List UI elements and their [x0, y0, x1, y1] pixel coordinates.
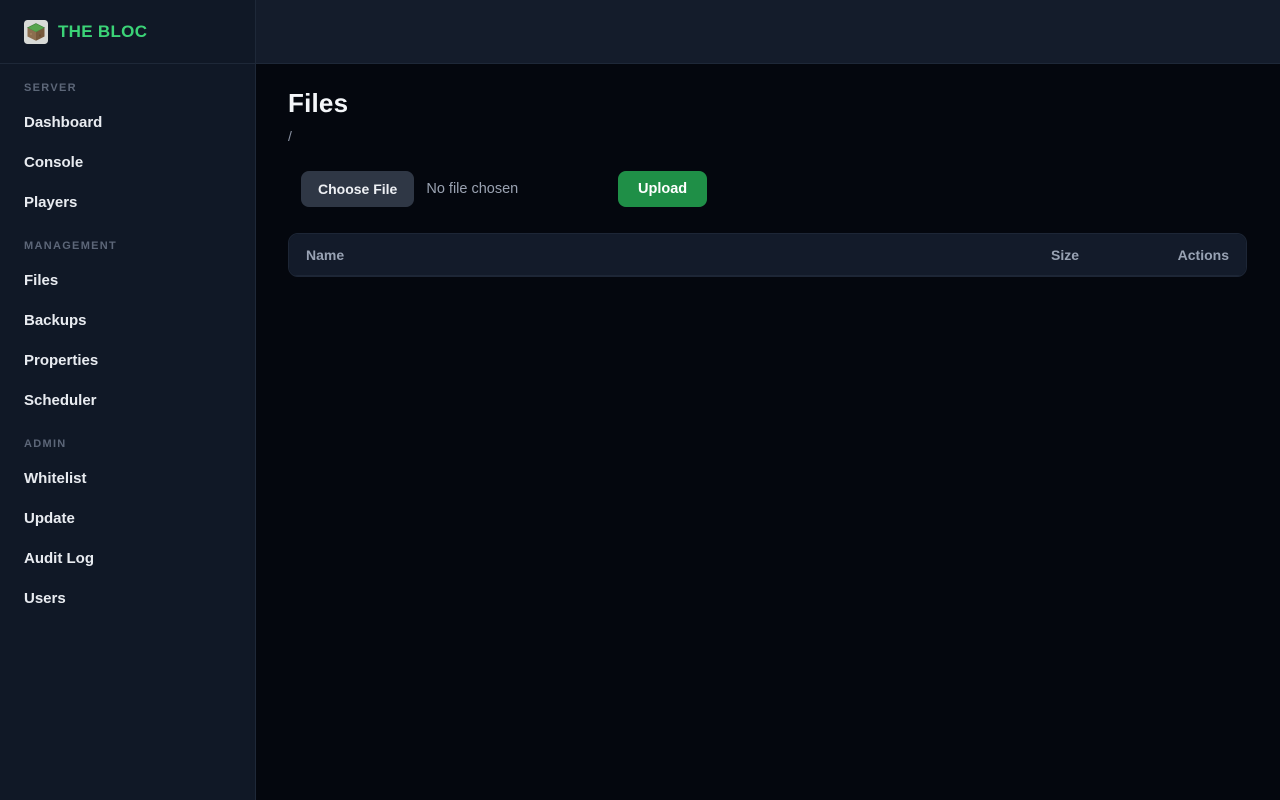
sidebar-item-audit-log[interactable]: Audit Log — [0, 538, 255, 578]
sidebar-item-scheduler[interactable]: Scheduler — [0, 380, 255, 420]
sidebar-section: MANAGEMENT Files Backups Properties Sche… — [0, 240, 255, 420]
topbar — [256, 0, 1280, 64]
content: Files / Choose File No file chosen Uploa… — [256, 64, 1280, 277]
sidebar: THE BLOC SERVER Dashboard Console Player… — [0, 0, 256, 800]
sidebar-section-label: SERVER — [0, 82, 255, 94]
sidebar-item-properties[interactable]: Properties — [0, 340, 255, 380]
upload-button[interactable]: Upload — [618, 171, 707, 207]
sidebar-section-items: Whitelist Update Audit Log Users — [0, 458, 255, 618]
sidebar-section-items: Dashboard Console Players — [0, 102, 255, 222]
sidebar-item-players[interactable]: Players — [0, 182, 255, 222]
main-area: Files / Choose File No file chosen Uploa… — [256, 0, 1280, 800]
breadcrumb-path: / — [288, 128, 1247, 144]
choose-file-button[interactable]: Choose File — [301, 171, 414, 207]
sidebar-item-update[interactable]: Update — [0, 498, 255, 538]
grass-block-logo — [24, 20, 48, 44]
sidebar-item-console[interactable]: Console — [0, 142, 255, 182]
sidebar-item-users[interactable]: Users — [0, 578, 255, 618]
column-header-actions: Actions — [1079, 247, 1229, 263]
sidebar-nav: SERVER Dashboard Console Players MANAGEM… — [0, 64, 255, 618]
file-table: Name Size Actions — [288, 233, 1247, 277]
sidebar-section: ADMIN Whitelist Update Audit Log Users — [0, 438, 255, 618]
sidebar-item-files[interactable]: Files — [0, 260, 255, 300]
upload-row: Choose File No file chosen Upload — [288, 171, 1247, 207]
brand-name: THE BLOC — [58, 22, 147, 42]
page-title: Files — [288, 88, 1247, 119]
sidebar-section: SERVER Dashboard Console Players — [0, 82, 255, 222]
no-file-chosen-text: No file chosen — [426, 181, 518, 197]
sidebar-item-backups[interactable]: Backups — [0, 300, 255, 340]
brand-header[interactable]: THE BLOC — [0, 0, 255, 64]
table-header-row: Name Size Actions — [289, 234, 1246, 276]
sidebar-section-items: Files Backups Properties Scheduler — [0, 260, 255, 420]
sidebar-item-whitelist[interactable]: Whitelist — [0, 458, 255, 498]
sidebar-item-dashboard[interactable]: Dashboard — [0, 102, 255, 142]
column-header-name: Name — [306, 247, 969, 263]
column-header-size: Size — [969, 247, 1079, 263]
sidebar-section-label: MANAGEMENT — [0, 240, 255, 252]
file-input[interactable]: Choose File No file chosen — [288, 171, 618, 207]
sidebar-section-label: ADMIN — [0, 438, 255, 450]
